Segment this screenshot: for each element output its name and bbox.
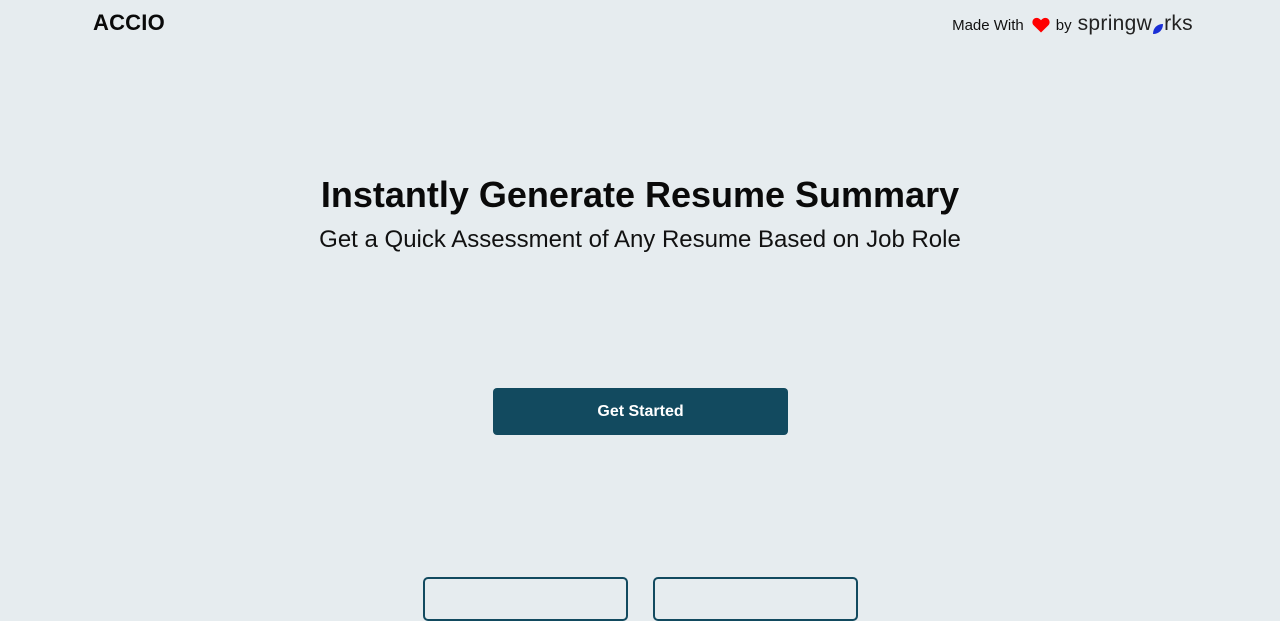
made-with-badge[interactable]: Made With by springw rks — [952, 12, 1193, 37]
springworks-logo-prefix: springw — [1077, 12, 1153, 35]
option-card-1[interactable] — [423, 577, 628, 621]
made-with-label: Made With — [952, 16, 1024, 34]
get-started-button[interactable]: Get Started — [493, 388, 788, 435]
by-label: by — [1055, 16, 1072, 34]
hero-subtitle: Get a Quick Assessment of Any Resume Bas… — [319, 226, 961, 253]
leaf-icon — [1152, 17, 1164, 35]
hero-title: Instantly Generate Resume Summary — [320, 174, 960, 215]
springworks-logo[interactable]: springw rks — [1078, 12, 1193, 36]
heart-icon — [1032, 17, 1050, 33]
header: ACCIO Made With by springw rks — [0, 0, 1280, 50]
option-card-2[interactable] — [653, 577, 858, 621]
brand-logo[interactable]: ACCIO — [93, 10, 165, 36]
springworks-logo-suffix: rks — [1164, 12, 1193, 35]
